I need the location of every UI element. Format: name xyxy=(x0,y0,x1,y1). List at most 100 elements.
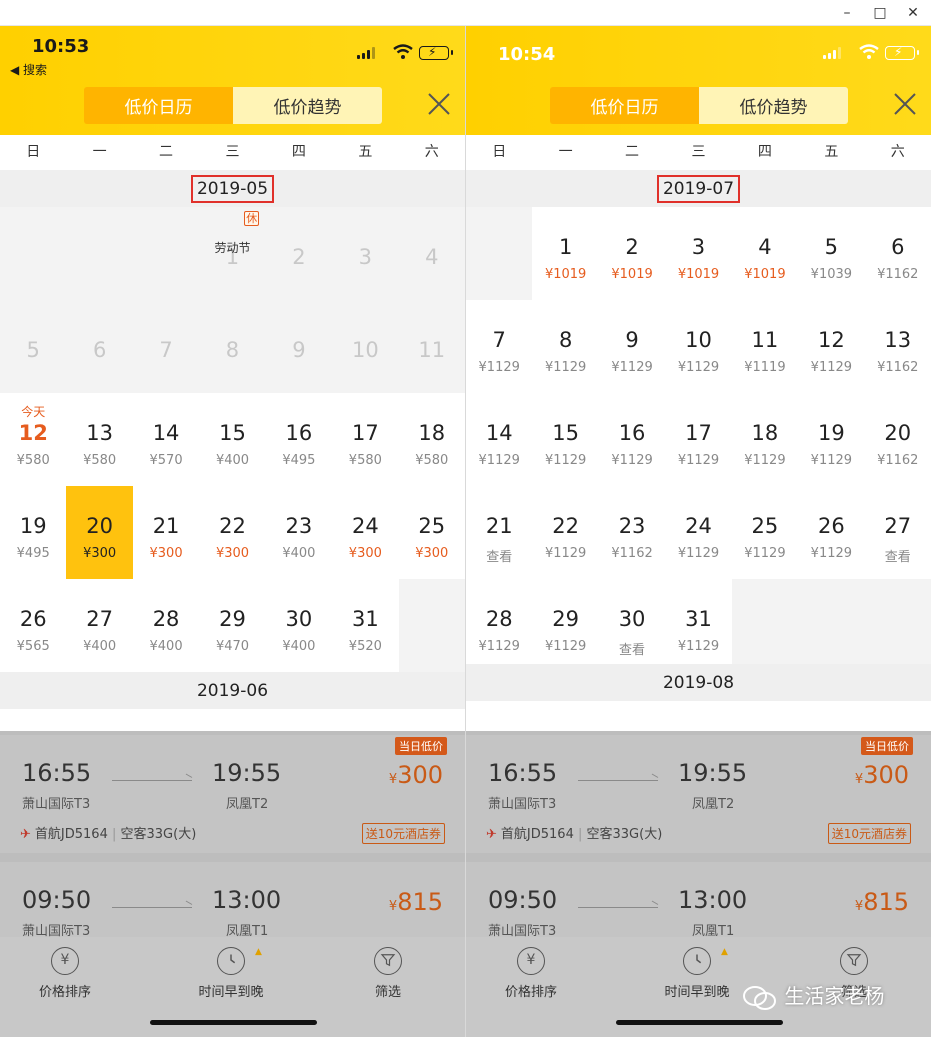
wifi-icon xyxy=(393,44,413,59)
calendar-day[interactable]: 23 ¥400 xyxy=(266,486,332,579)
calendar-day[interactable]: 11 ¥1119 xyxy=(732,300,798,393)
day-number: 27 xyxy=(884,514,912,538)
calendar-day[interactable]: 10 ¥1129 xyxy=(665,300,731,393)
calendar-day[interactable]: 25 ¥1129 xyxy=(732,486,798,579)
tab-low-price-trend[interactable]: 低价趋势 xyxy=(699,87,848,124)
calendar-day[interactable]: 31 ¥1129 xyxy=(665,579,731,672)
sort-by-price-button[interactable]: ¥ 价格排序 xyxy=(486,947,576,1000)
tab-low-price-trend[interactable]: 低价趋势 xyxy=(233,87,382,124)
calendar-day[interactable]: 30 ¥400 xyxy=(266,579,332,672)
calendar-day[interactable]: 22 ¥300 xyxy=(199,486,265,579)
calendar-day[interactable]: 5 ¥1039 xyxy=(798,207,864,300)
calendar-day[interactable]: 31 ¥520 xyxy=(332,579,398,672)
calendar-day[interactable]: 8 ¥1129 xyxy=(532,300,598,393)
calendar-day[interactable]: 19 ¥1129 xyxy=(798,393,864,486)
day-number: 8 xyxy=(558,328,573,352)
header: 10:54 ⚡ 低价日历 低价趋势 xyxy=(466,26,931,135)
day-number: 16 xyxy=(618,421,646,445)
calendar-day[interactable]: 24 ¥1129 xyxy=(665,486,731,579)
day-number: 7 xyxy=(159,338,173,362)
calendar-day[interactable]: 28 ¥1129 xyxy=(466,579,532,672)
calendar-day[interactable]: 26 ¥565 xyxy=(0,579,66,672)
calendar-day[interactable]: 2 ¥1019 xyxy=(599,207,665,300)
calendar-day[interactable]: 14 ¥570 xyxy=(133,393,199,486)
day-price: ¥1129 xyxy=(478,639,520,654)
day-number: 21 xyxy=(485,514,513,538)
clock-icon xyxy=(683,947,711,975)
departure-time: 09:50 xyxy=(488,886,558,914)
flight-card[interactable]: 16:55 萧山国际T3 19:55 凤凰T2 ¥300 当日低价 ✈ 首航JD5164 | … xyxy=(466,735,931,853)
calendar-day-selected[interactable]: 20 ¥300 xyxy=(66,486,133,579)
close-icon[interactable] xyxy=(427,92,451,116)
tab-low-price-calendar[interactable]: 低价日历 xyxy=(550,87,699,124)
filter-button[interactable]: 筛选 xyxy=(343,947,433,1000)
calendar-day[interactable]: 19 ¥495 xyxy=(0,486,66,579)
calendar-day[interactable]: 18 ¥580 xyxy=(399,393,465,486)
calendar-day[interactable]: 21 ¥300 xyxy=(133,486,199,579)
minimize-button[interactable]: – xyxy=(838,4,856,22)
calendar-day: 9 xyxy=(265,300,333,393)
right-phone-screen: 10:54 ⚡ 低价日历 低价趋势 日一二三四五六 2019-07 1 ¥1019… xyxy=(466,26,931,1037)
aircraft-type: 空客33G(大) xyxy=(120,827,197,842)
calendar-day[interactable]: 22 ¥1129 xyxy=(532,486,598,579)
day-price: ¥1119 xyxy=(744,360,786,375)
calendar-day[interactable]: 23 ¥1162 xyxy=(599,486,665,579)
calendar-day[interactable]: 26 ¥1129 xyxy=(798,486,864,579)
flight-price: ¥300 xyxy=(855,761,909,789)
calendar-day[interactable]: 30 查看 xyxy=(599,579,665,672)
day-price: ¥1019 xyxy=(744,267,786,282)
calendar-day[interactable]: 21 查看 xyxy=(466,486,532,579)
day-number: 31 xyxy=(685,607,712,631)
close-window-button[interactable]: ✕ xyxy=(904,4,922,22)
calendar-day[interactable]: 4 ¥1019 xyxy=(732,207,798,300)
day-price: ¥520 xyxy=(348,639,382,654)
flight-card[interactable]: 09:50 萧山国际T3 13:00 凤凰T1 ¥815 xyxy=(466,862,931,942)
calendar-day[interactable]: 25 ¥300 xyxy=(399,486,465,579)
calendar-day[interactable]: 16 ¥495 xyxy=(266,393,332,486)
calendar-day[interactable]: 15 ¥400 xyxy=(199,393,265,486)
calendar-day[interactable]: 6 ¥1162 xyxy=(865,207,931,300)
calendar-day[interactable]: 27 ¥400 xyxy=(66,579,132,672)
calendar-day[interactable]: 27 查看 xyxy=(865,486,931,579)
flight-card[interactable]: 09:50 萧山国际T3 13:00 凤凰T1 ¥815 xyxy=(0,862,465,942)
departure-time: 16:55 xyxy=(22,759,92,787)
calendar-day[interactable]: 29 ¥470 xyxy=(199,579,265,672)
calendar-day[interactable]: 17 ¥580 xyxy=(332,393,398,486)
calendar-day[interactable]: 3 ¥1019 xyxy=(665,207,731,300)
calendar-day[interactable]: 9 ¥1129 xyxy=(599,300,665,393)
calendar-day[interactable]: 20 ¥1162 xyxy=(865,393,931,486)
day-price: ¥1019 xyxy=(677,267,720,282)
flight-card[interactable]: 16:55 萧山国际T3 19:55 凤凰T2 ¥300 当日低价 ✈ 首航JD5164 | … xyxy=(0,735,465,853)
close-icon[interactable] xyxy=(893,92,917,116)
calendar-day[interactable]: 13 ¥1162 xyxy=(865,300,931,393)
day-number: 12 xyxy=(817,328,845,352)
sort-by-price-button[interactable]: ¥ 价格排序 xyxy=(20,947,110,1000)
day-number: 31 xyxy=(351,607,379,631)
maximize-button[interactable]: □ xyxy=(871,4,889,22)
back-link[interactable]: ◀ 搜索 xyxy=(10,61,47,78)
calendar-day[interactable]: 12 ¥1129 xyxy=(798,300,864,393)
calendar-day[interactable]: 1 ¥1019 xyxy=(532,207,598,300)
calendar-day[interactable]: 13 ¥580 xyxy=(66,393,132,486)
sort-by-time-button[interactable]: 时间早到晚 xyxy=(186,947,276,1000)
calendar-day[interactable]: 14 ¥1129 xyxy=(466,393,532,486)
separator: | xyxy=(573,827,587,842)
calendar-day[interactable]: 28 ¥400 xyxy=(133,579,199,672)
calendar-day[interactable]: 12 ¥580 今天 xyxy=(0,393,66,486)
sort-by-time-button[interactable]: 时间早到晚 xyxy=(652,947,742,1000)
calendar-day[interactable]: 29 ¥1129 xyxy=(532,579,598,672)
departure-time: 09:50 xyxy=(22,886,92,914)
calendar-day[interactable]: 17 ¥1129 xyxy=(665,393,731,486)
calendar-day[interactable]: 18 ¥1129 xyxy=(732,393,798,486)
empty-cell xyxy=(132,207,200,300)
calendar-day[interactable]: 7 ¥1129 xyxy=(466,300,532,393)
currency-symbol: ¥ xyxy=(388,899,398,914)
day-price: ¥1162 xyxy=(877,267,919,282)
calendar-day[interactable]: 16 ¥1129 xyxy=(599,393,665,486)
calendar-day[interactable]: 24 ¥300 xyxy=(332,486,398,579)
day-price: 查看 xyxy=(486,550,513,565)
tab-low-price-calendar[interactable]: 低价日历 xyxy=(84,87,233,124)
calendar-day[interactable]: 15 ¥1129 xyxy=(532,393,598,486)
arrival-airport: 凤凰T2 xyxy=(692,797,735,812)
signal-icon xyxy=(823,47,843,59)
